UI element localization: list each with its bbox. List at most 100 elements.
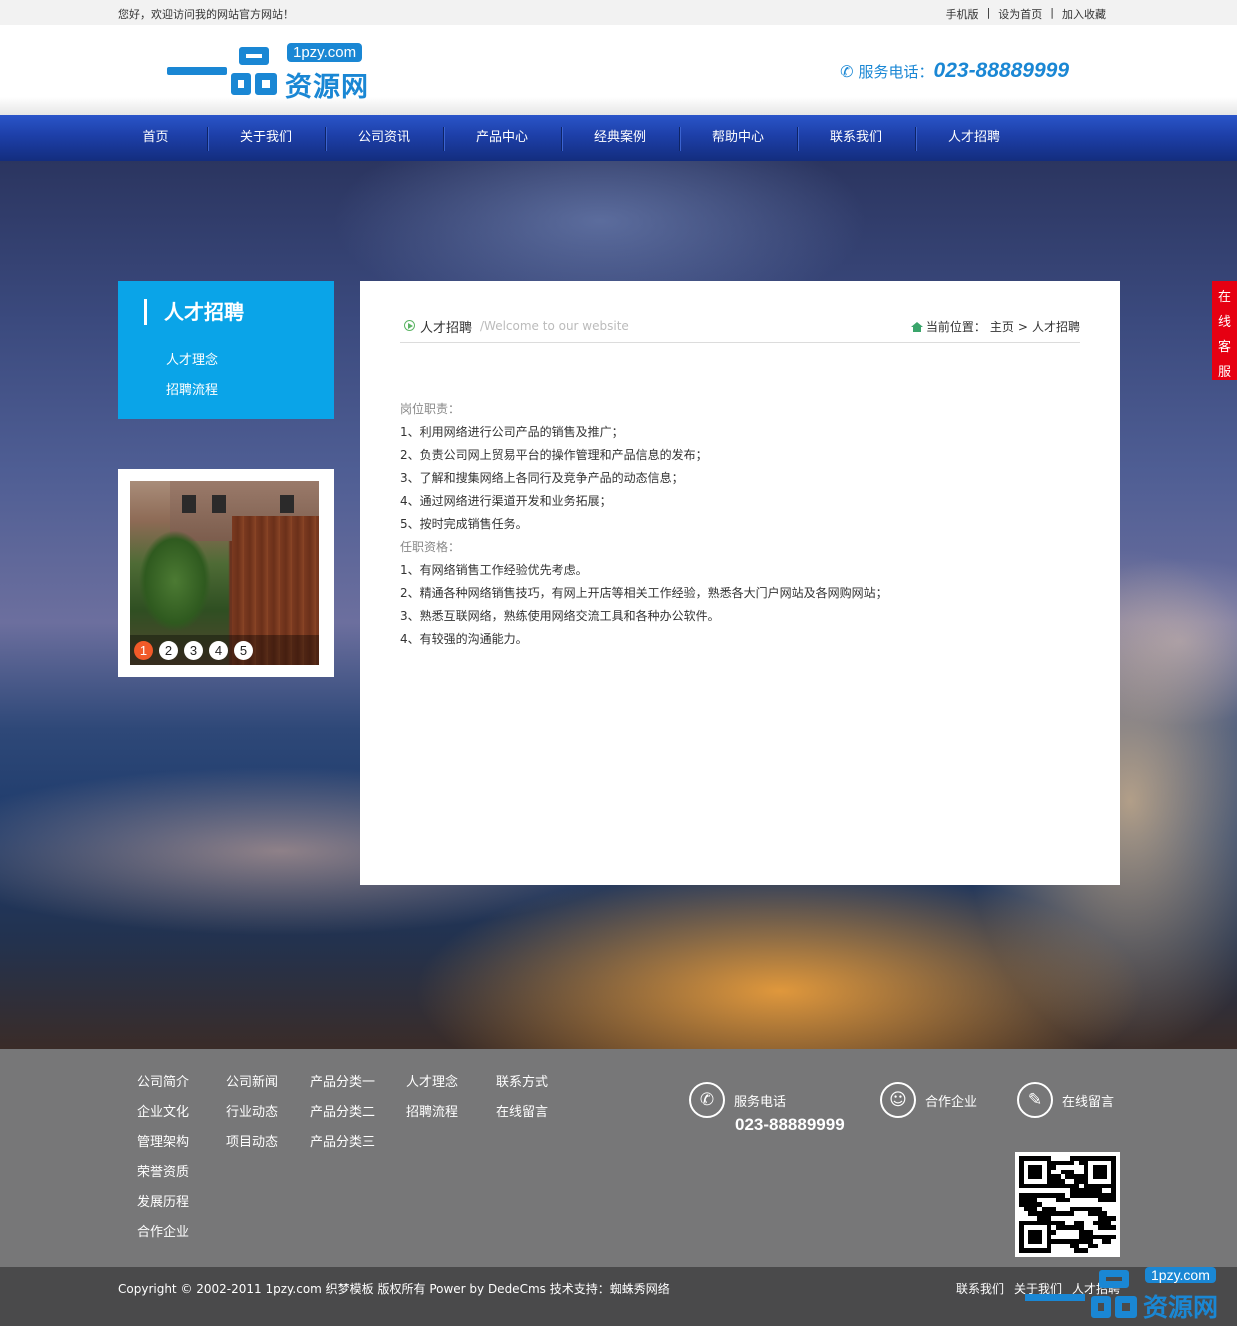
footer-link[interactable]: 项目动态 — [226, 1131, 278, 1161]
kefu-char: 在 — [1217, 290, 1231, 305]
slide-pager: 1 2 3 4 5 — [130, 635, 319, 665]
footer-link[interactable]: 产品分类一 — [310, 1071, 375, 1101]
contact-label: 服务电话 — [734, 1094, 787, 1110]
slide-dot-5[interactable]: 5 — [234, 640, 253, 660]
footer-link[interactable]: 产品分类二 — [310, 1101, 375, 1131]
phone-icon: ✆ — [840, 61, 854, 81]
content-line: 3、熟悉互联网络，熟练使用网络交流工具和各种办公软件。 — [400, 609, 720, 623]
footer-link[interactable]: 合作企业 — [137, 1221, 189, 1251]
content-line: 1、有网络销售工作经验优先考虑。 — [400, 563, 588, 577]
content-body: 岗位职责： 1、利用网络进行公司产品的销售及推广； 2、负责公司网上贸易平台的操… — [400, 401, 1080, 654]
phone-number: 023-88889999 — [933, 59, 1069, 82]
sidebar-title: 人才招聘 — [144, 299, 244, 325]
mobile-link[interactable]: 手机版 — [938, 6, 987, 22]
logo-mark — [231, 47, 277, 97]
add-favorite-link[interactable]: 加入收藏 — [1054, 6, 1114, 22]
header-phone: ✆ 服务电话： 023-88889999 — [840, 59, 1069, 83]
footer-link[interactable]: 人才理念 — [406, 1071, 458, 1101]
nav-item-help[interactable]: 帮助中心 — [679, 115, 797, 161]
kefu-char: 线 — [1217, 315, 1231, 330]
top-links: 手机版 | 设为首页 | 加入收藏 — [938, 6, 1114, 22]
sidebar-item-talent-concept[interactable]: 人才理念 — [166, 349, 218, 368]
content-header: 人才招聘 /Welcome to our website 当前位置： 主页 > … — [400, 317, 1080, 343]
footer-column-jobs: 人才理念 招聘流程 — [406, 1071, 458, 1131]
copyright-link-contact[interactable]: 联系我们 — [956, 1280, 1004, 1297]
content-panel: 人才招聘 /Welcome to our website 当前位置： 主页 > … — [360, 281, 1120, 885]
nav-item-home[interactable]: 首页 — [104, 115, 207, 161]
sidebar-slideshow: 1 2 3 4 5 — [118, 469, 334, 677]
phone-label: 服务电话： — [858, 62, 934, 81]
footer-partners[interactable]: ☺ 合作企业 — [880, 1082, 977, 1118]
content-line: 1、利用网络进行公司产品的销售及推广； — [400, 425, 624, 439]
nav-item-about[interactable]: 关于我们 — [207, 115, 325, 161]
content-line: 3、了解和搜集网络上各同行及竞争产品的动态信息； — [400, 471, 684, 485]
footer-service-phone: ✆ 服务电话 — [689, 1082, 786, 1118]
footer-link[interactable]: 联系方式 — [496, 1071, 548, 1101]
footer-column-about: 公司简介 企业文化 管理架构 荣誉资质 发展历程 合作企业 — [137, 1071, 189, 1251]
breadcrumb-separator: > — [1017, 319, 1028, 334]
footer-link[interactable]: 荣誉资质 — [137, 1161, 189, 1191]
main-nav: 首页 关于我们 公司资讯 产品中心 经典案例 帮助中心 联系我们 人才招聘 — [0, 115, 1237, 161]
content-line: 4、有较强的沟通能力。 — [400, 632, 528, 646]
slide-dot-3[interactable]: 3 — [184, 640, 203, 660]
content-line: 4、通过网络进行渠道开发和业务拓展； — [400, 494, 612, 508]
phone-icon: ✆ — [689, 1082, 725, 1118]
header: 1pzy.com 资源网 ✆ 服务电话： 023-88889999 — [0, 25, 1237, 115]
sidebar-item-recruit-process[interactable]: 招聘流程 — [166, 379, 218, 398]
footer-column-news: 公司新闻 行业动态 项目动态 — [226, 1071, 278, 1161]
content-line: 2、负责公司网上贸易平台的操作管理和产品信息的发布； — [400, 448, 708, 462]
breadcrumb-current[interactable]: 人才招聘 — [1032, 318, 1080, 335]
nav-item-news[interactable]: 公司资讯 — [325, 115, 443, 161]
footer-link[interactable]: 发展历程 — [137, 1191, 189, 1221]
watermark-text: 资源网 — [1143, 1293, 1219, 1322]
sidebar-category: 人才招聘 人才理念 招聘流程 — [118, 281, 334, 419]
nav-item-products[interactable]: 产品中心 — [443, 115, 561, 161]
footer-link[interactable]: 公司简介 — [137, 1071, 189, 1101]
top-bar: 您好，欢迎访问我的网站官方网站！ 手机版 | 设为首页 | 加入收藏 — [0, 0, 1237, 25]
logo-mark — [167, 67, 227, 75]
logo-domain: 1pzy.com — [287, 43, 363, 62]
contact-label: 在线留言 — [1062, 1094, 1115, 1110]
content-subtitle: /Welcome to our website — [480, 319, 629, 333]
nav-item-jobs[interactable]: 人才招聘 — [915, 115, 1033, 161]
footer-link[interactable]: 行业动态 — [226, 1101, 278, 1131]
qr-code — [1015, 1152, 1120, 1257]
site-logo[interactable]: 1pzy.com 资源网 — [165, 41, 380, 103]
section-heading: 岗位职责： — [400, 402, 461, 416]
section-heading: 任职资格： — [400, 540, 461, 554]
footer-link[interactable]: 公司新闻 — [226, 1071, 278, 1101]
online-service-button[interactable]: 在 线 客 服 — [1212, 281, 1237, 380]
kefu-char: 客 — [1217, 340, 1231, 355]
content-line: 2、精通各种网络销售技巧，有网上开店等相关工作经验，熟悉各大门户网站及各网购网站… — [400, 586, 888, 600]
footer-link[interactable]: 企业文化 — [137, 1101, 189, 1131]
footer-link[interactable]: 在线留言 — [496, 1101, 548, 1131]
footer-column-contact: 联系方式 在线留言 — [496, 1071, 548, 1131]
play-circle-icon — [404, 320, 415, 331]
breadcrumb: 当前位置： 主页 > 人才招聘 — [910, 318, 1080, 335]
footer-link[interactable]: 管理架构 — [137, 1131, 189, 1161]
content-title: 人才招聘 — [420, 321, 473, 336]
kefu-char: 服 — [1217, 365, 1231, 380]
slide-dot-4[interactable]: 4 — [209, 640, 228, 660]
footer-column-products: 产品分类一 产品分类二 产品分类三 — [310, 1071, 375, 1161]
watermark-logo: 1pzy.com 资源网 — [1025, 1264, 1237, 1326]
watermark-domain: 1pzy.com — [1145, 1267, 1216, 1283]
nav-item-contact[interactable]: 联系我们 — [797, 115, 915, 161]
footer-link[interactable]: 招聘流程 — [406, 1101, 458, 1131]
content-line: 5、按时完成销售任务。 — [400, 517, 528, 531]
message-icon: ✎ — [1017, 1082, 1053, 1118]
slide-dot-1[interactable]: 1 — [134, 640, 153, 660]
copyright-text: Copyright © 2002-2011 1pzy.com 织梦模板 版权所有… — [118, 1282, 670, 1296]
footer-phone-number: 023-88889999 — [735, 1115, 845, 1134]
set-homepage-link[interactable]: 设为首页 — [990, 6, 1050, 22]
welcome-text: 您好，欢迎访问我的网站官方网站！ — [118, 8, 294, 21]
breadcrumb-home[interactable]: 主页 — [990, 318, 1014, 335]
home-icon — [910, 321, 923, 332]
slide-dot-2[interactable]: 2 — [159, 640, 178, 660]
footer: 公司简介 企业文化 管理架构 荣誉资质 发展历程 合作企业 公司新闻 行业动态 … — [0, 1049, 1237, 1267]
contact-label: 合作企业 — [925, 1094, 978, 1110]
user-icon: ☺ — [880, 1082, 916, 1118]
nav-item-cases[interactable]: 经典案例 — [561, 115, 679, 161]
footer-link[interactable]: 产品分类三 — [310, 1131, 375, 1161]
footer-message[interactable]: ✎ 在线留言 — [1017, 1082, 1114, 1118]
